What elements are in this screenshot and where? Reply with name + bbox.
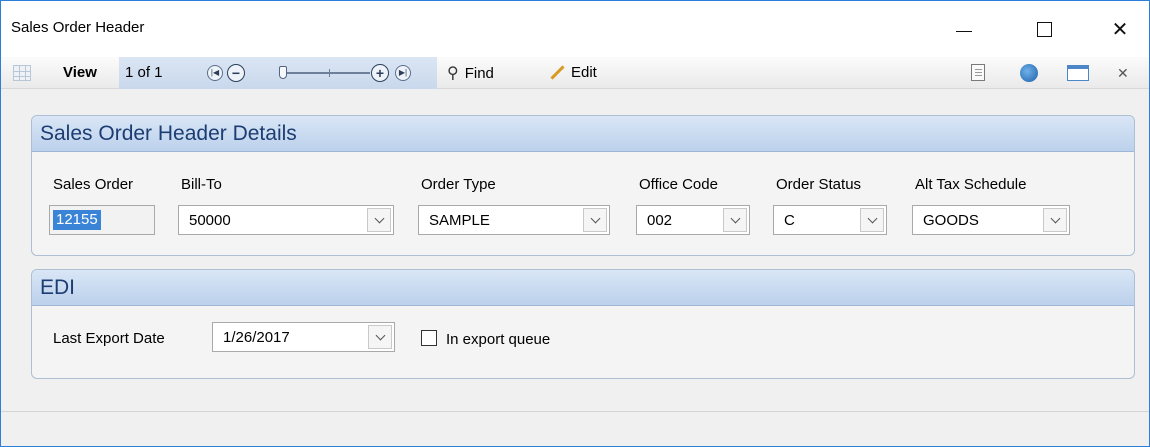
chevron-down-icon <box>374 213 384 223</box>
office-code-label: Office Code <box>639 176 718 193</box>
zoom-slider-tick <box>329 69 330 77</box>
chevron-down-icon <box>730 213 740 223</box>
order-type-value: SAMPLE <box>429 212 490 229</box>
alt-tax-schedule-value: GOODS <box>923 212 979 229</box>
toolbar: View 1 of 1 |◀ − + ▶| ⚲ Find Edit ✕ <box>1 57 1149 89</box>
grid-icon[interactable] <box>13 65 31 81</box>
dropdown-button[interactable] <box>583 208 607 232</box>
last-page-icon[interactable]: ▶| <box>395 65 411 81</box>
zoom-slider-track[interactable] <box>284 72 370 74</box>
last-export-date-label: Last Export Date <box>53 330 165 347</box>
last-export-date-picker[interactable]: 1/26/2017 <box>212 322 395 352</box>
alt-tax-schedule-dropdown[interactable]: GOODS <box>912 205 1070 235</box>
edi-group-title: EDI <box>32 270 1134 306</box>
minimize-icon <box>956 30 972 32</box>
view-button[interactable]: View <box>63 64 97 81</box>
binoculars-icon: ⚲ <box>447 65 459 82</box>
dropdown-button[interactable] <box>367 208 391 232</box>
chevron-down-icon <box>375 330 385 340</box>
edit-label: Edit <box>571 63 597 81</box>
in-export-queue-checkbox[interactable] <box>421 330 437 346</box>
order-status-dropdown[interactable]: C <box>773 205 887 235</box>
dropdown-button[interactable] <box>1043 208 1067 232</box>
title-bar[interactable]: Sales Order Header ✕ <box>1 1 1149 57</box>
maximize-icon <box>1036 21 1052 37</box>
zoom-out-icon[interactable]: − <box>227 64 245 82</box>
order-status-value: C <box>784 212 795 229</box>
sales-order-label: Sales Order <box>53 176 134 193</box>
office-code-dropdown[interactable]: 002 <box>636 205 750 235</box>
pencil-icon <box>547 63 565 81</box>
order-type-dropdown[interactable]: SAMPLE <box>418 205 610 235</box>
chevron-down-icon <box>1050 213 1060 223</box>
bill-to-label: Bill-To <box>181 176 222 193</box>
chevron-down-icon <box>590 213 600 223</box>
close-icon[interactable]: ✕ <box>1117 65 1129 82</box>
minimize-button[interactable] <box>941 11 987 47</box>
dropdown-button[interactable] <box>860 208 884 232</box>
panel-icon[interactable] <box>1067 65 1089 81</box>
bill-to-value: 50000 <box>189 212 231 229</box>
dropdown-button[interactable] <box>723 208 747 232</box>
sales-order-field[interactable]: 12155 <box>49 205 155 235</box>
chevron-down-icon <box>867 213 877 223</box>
zoom-in-icon[interactable]: + <box>371 64 389 82</box>
record-navigator: 1 of 1 |◀ − + ▶| <box>119 57 437 89</box>
find-label: Find <box>464 64 494 82</box>
alt-tax-schedule-label: Alt Tax Schedule <box>915 176 1027 193</box>
find-button[interactable]: ⚲ Find <box>447 63 494 83</box>
globe-icon[interactable] <box>1020 64 1038 82</box>
edi-group: EDI <box>31 269 1135 379</box>
sales-order-value: 12155 <box>53 210 101 230</box>
in-export-queue-label[interactable]: In export queue <box>446 331 550 348</box>
order-type-label: Order Type <box>421 176 496 193</box>
bill-to-dropdown[interactable]: 50000 <box>178 205 394 235</box>
sales-order-header-window: Sales Order Header ✕ View 1 of 1 |◀ − + … <box>0 0 1150 447</box>
zoom-slider-thumb[interactable] <box>279 66 287 79</box>
office-code-value: 002 <box>647 212 673 229</box>
close-icon: ✕ <box>1111 18 1129 41</box>
record-position: 1 of 1 <box>125 64 163 81</box>
order-status-label: Order Status <box>776 176 862 193</box>
dropdown-button[interactable] <box>368 325 392 349</box>
last-export-date-value: 1/26/2017 <box>223 329 290 346</box>
details-group-title: Sales Order Header Details <box>32 116 1134 152</box>
close-window-button[interactable]: ✕ <box>1097 11 1143 47</box>
edit-button[interactable]: Edit <box>547 63 597 81</box>
document-icon[interactable] <box>971 64 985 81</box>
first-page-icon[interactable]: |◀ <box>207 65 223 81</box>
maximize-button[interactable] <box>1021 11 1067 47</box>
window-title: Sales Order Header <box>11 19 145 36</box>
status-bar-divider <box>1 411 1149 412</box>
